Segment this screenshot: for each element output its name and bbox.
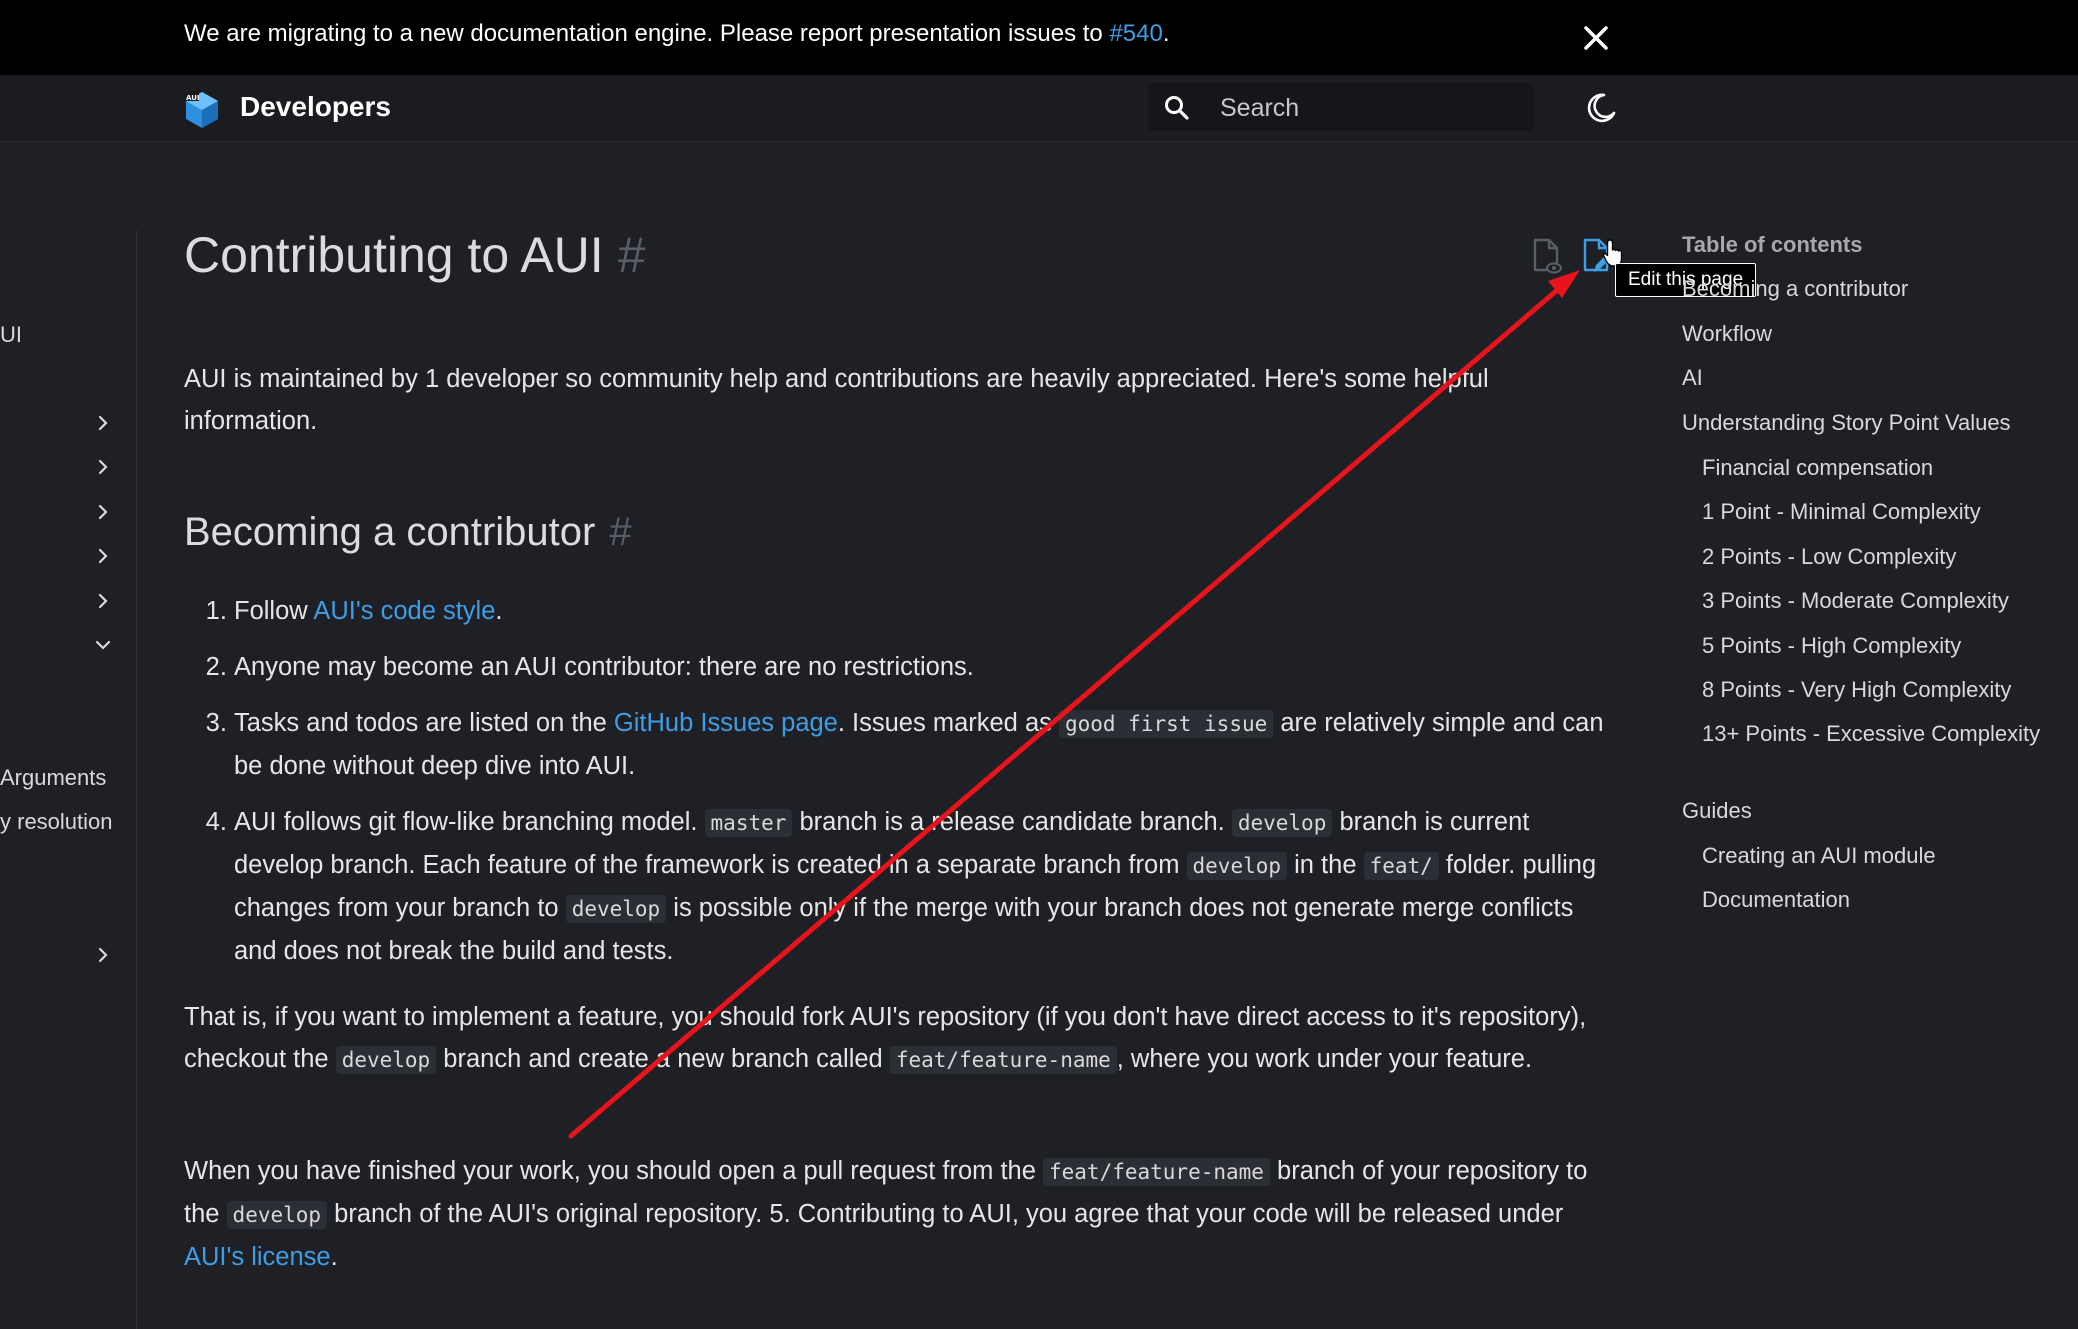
inline-code: feat/feature-name — [889, 1046, 1117, 1074]
search-icon — [1165, 96, 1189, 120]
toc-item[interactable]: 8 Points - Very High Complexity — [1702, 675, 2042, 705]
list-item: Tasks and todos are listed on the GitHub… — [234, 702, 1616, 787]
list-item: Follow AUI's code style. — [234, 590, 1616, 632]
step-text: . — [495, 597, 503, 625]
toc-item[interactable]: Documentation — [1702, 885, 2042, 915]
toc-item[interactable]: Financial compensation — [1702, 453, 2042, 483]
sidebar-item-label[interactable]: y resolution — [0, 809, 113, 835]
banner-message: We are migrating to a new documentation … — [184, 20, 1170, 48]
view-source-icon[interactable] — [1530, 236, 1564, 276]
search-box[interactable] — [1148, 83, 1534, 131]
inline-code: develop — [1231, 809, 1333, 837]
toc-item[interactable]: AI — [1682, 363, 2042, 393]
toc-item[interactable]: Understanding Story Point Values — [1682, 408, 2042, 438]
chevron-down-icon[interactable] — [92, 634, 114, 656]
chevron-right-icon[interactable] — [92, 545, 114, 567]
inline-code: develop — [226, 1201, 328, 1229]
sidebar-item-label[interactable]: UI — [0, 322, 22, 348]
step-text: Anyone may become an AUI contributor: th… — [234, 653, 974, 681]
inline-code: master — [704, 809, 793, 837]
sidebar-item-label[interactable]: Arguments — [0, 765, 106, 791]
chevron-right-icon[interactable] — [92, 590, 114, 612]
page-title: Contributing to AUI # — [184, 226, 646, 284]
section-heading: Becoming a contributor # — [184, 510, 632, 555]
paragraph-text: When you have finished your work, you sh… — [184, 1157, 1043, 1185]
toc-title: Table of contents — [1682, 232, 1863, 257]
workflow-paragraph: That is, if you want to implement a feat… — [184, 996, 1616, 1081]
inline-code: good first issue — [1058, 710, 1274, 738]
left-sidebar: UI Arguments y resolution — [0, 230, 137, 1329]
paragraph-text: , where you work under your feature. — [1116, 1045, 1533, 1073]
toc-item[interactable]: Creating an AUI module — [1702, 841, 2042, 871]
banner-text: We are migrating to a new documentation … — [184, 20, 1110, 47]
step-text: . Issues marked as — [837, 709, 1059, 737]
banner-text-end: . — [1162, 20, 1170, 47]
intro-paragraph: AUI is maintained by 1 developer so comm… — [184, 365, 1489, 435]
section-heading-text: Becoming a contributor — [184, 510, 596, 554]
step-text: Tasks and todos are listed on the — [234, 709, 614, 737]
site-header: AUI Developers — [0, 75, 2078, 142]
step-text: branch is a release candidate branch. — [792, 808, 1232, 836]
toc-item[interactable]: 13+ Points - Excessive Complexity — [1702, 719, 2042, 749]
github-issues-link[interactable]: GitHub Issues page — [614, 709, 838, 737]
chevron-right-icon[interactable] — [92, 456, 114, 478]
aui-logo-icon[interactable]: AUI — [182, 89, 222, 129]
inline-code: develop — [335, 1046, 437, 1074]
license-link[interactable]: AUI's license — [184, 1243, 331, 1271]
contributor-steps-list: Follow AUI's code style. Anyone may beco… — [184, 590, 1616, 986]
toc-item[interactable]: 2 Points - Low Complexity — [1702, 542, 2042, 572]
list-item: AUI follows git flow-like branching mode… — [234, 801, 1616, 972]
svg-text:AUI: AUI — [186, 94, 200, 102]
inline-code: develop — [565, 895, 667, 923]
chevron-right-icon[interactable] — [92, 501, 114, 523]
search-input[interactable] — [1218, 89, 1522, 127]
banner-issue-link[interactable]: #540 — [1109, 20, 1162, 47]
toc-item[interactable]: Workflow — [1682, 319, 2042, 349]
title-anchor-link[interactable]: # — [618, 227, 646, 283]
inline-code: feat/ — [1363, 852, 1439, 880]
site-brand[interactable]: Developers — [240, 91, 391, 123]
toc-item[interactable]: 3 Points - Moderate Complexity — [1702, 586, 2042, 616]
chevron-right-icon[interactable] — [92, 944, 114, 966]
toc-item[interactable]: 1 Point - Minimal Complexity — [1702, 497, 2042, 527]
toc-item[interactable]: 5 Points - High Complexity — [1702, 631, 2042, 661]
paragraph-text: branch and create a new branch called — [436, 1045, 890, 1073]
inline-code: feat/feature-name — [1043, 1158, 1270, 1186]
section-anchor-link[interactable]: # — [609, 510, 631, 554]
page-actions — [1526, 236, 1626, 280]
step-text: AUI follows git flow-like branching mode… — [234, 808, 705, 836]
page-title-text: Contributing to AUI — [184, 227, 604, 283]
announcement-banner: We are migrating to a new documentation … — [0, 0, 2078, 75]
pull-request-paragraph: When you have finished your work, you sh… — [184, 1150, 1616, 1278]
paragraph-text: branch of the AUI's original repository.… — [327, 1200, 1564, 1228]
paragraph-text: . — [330, 1243, 338, 1271]
list-item: Anyone may become an AUI contributor: th… — [234, 646, 1616, 688]
code-style-link[interactable]: AUI's code style — [313, 597, 495, 625]
chevron-right-icon[interactable] — [92, 412, 114, 434]
toc-item[interactable]: Guides — [1682, 796, 2042, 826]
step-text: Follow — [234, 597, 314, 625]
inline-code: develop — [1186, 852, 1288, 880]
moon-icon[interactable] — [1584, 91, 1618, 125]
toc-item[interactable]: Becoming a contributor — [1682, 274, 2042, 304]
step-text: in the — [1287, 851, 1364, 879]
close-icon[interactable] — [1578, 20, 1614, 56]
